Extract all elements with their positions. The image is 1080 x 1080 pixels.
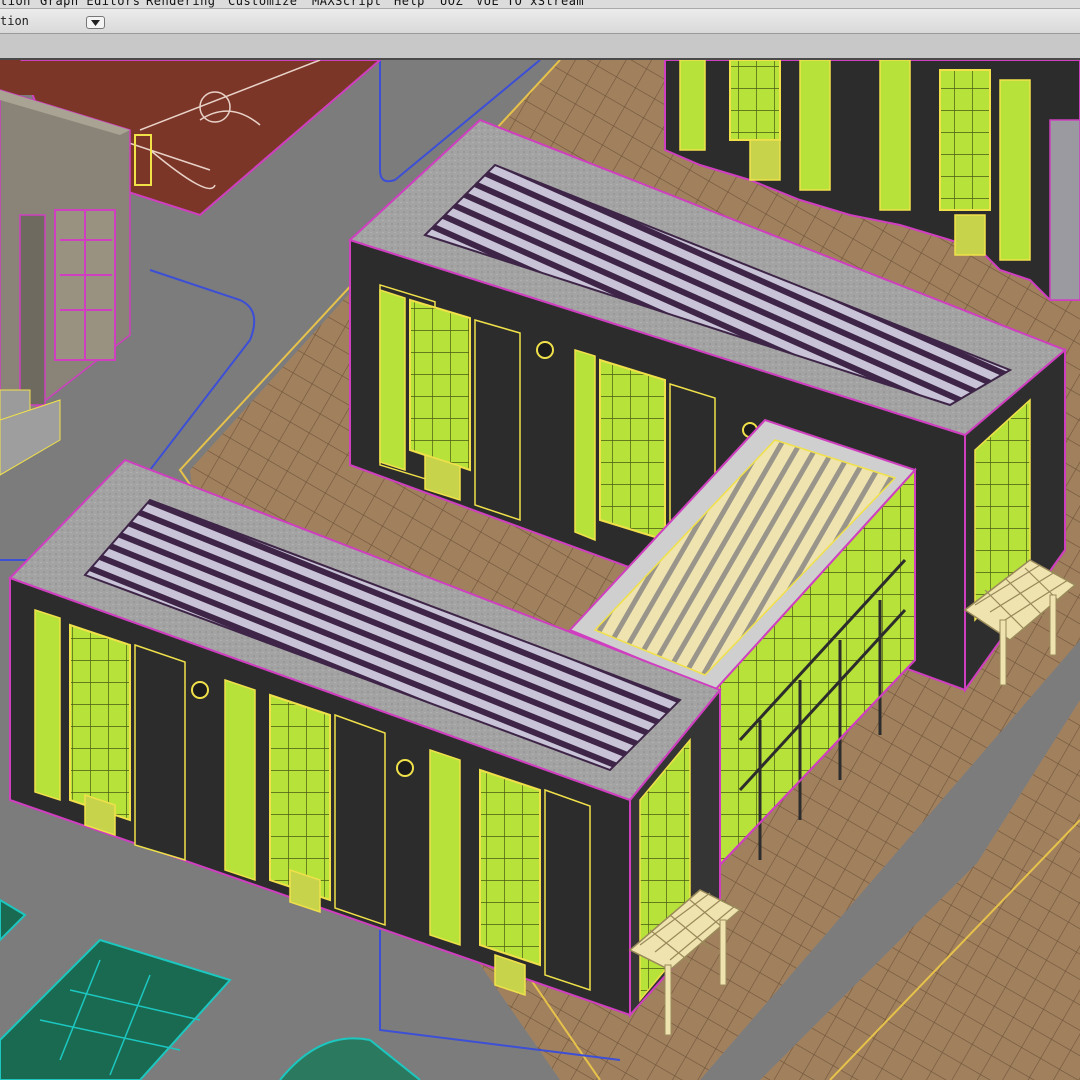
menu-item-animation[interactable]: tion xyxy=(0,0,31,8)
lower-building-round-window xyxy=(191,681,209,699)
menu-item-rendering[interactable]: Rendering xyxy=(146,0,216,8)
lower-building-round-window-2 xyxy=(396,759,414,777)
perspective-viewport[interactable] xyxy=(0,60,1080,1080)
menu-item-graph-editors[interactable]: Graph Editors xyxy=(40,0,140,8)
selection-set-label: tion xyxy=(0,14,29,28)
main-toolbar: tion xyxy=(0,9,1080,34)
scene-render xyxy=(0,60,1080,1080)
menu-bar: tion Graph Editors Rendering Customize M… xyxy=(0,0,1080,9)
selection-set-dropdown[interactable] xyxy=(86,16,105,29)
menu-item-maxscript[interactable]: MAXScript xyxy=(312,0,382,8)
chevron-down-icon xyxy=(91,20,100,26)
menu-item-uoz[interactable]: UOZ xyxy=(440,0,463,8)
toolbar-separator xyxy=(0,34,1080,60)
menu-item-customize[interactable]: Customize xyxy=(228,0,298,8)
upper-building-round-window xyxy=(536,341,554,359)
menu-item-vue-to-xstream[interactable]: VUE TO xStream xyxy=(476,0,584,8)
menu-item-help[interactable]: Help xyxy=(394,0,425,8)
